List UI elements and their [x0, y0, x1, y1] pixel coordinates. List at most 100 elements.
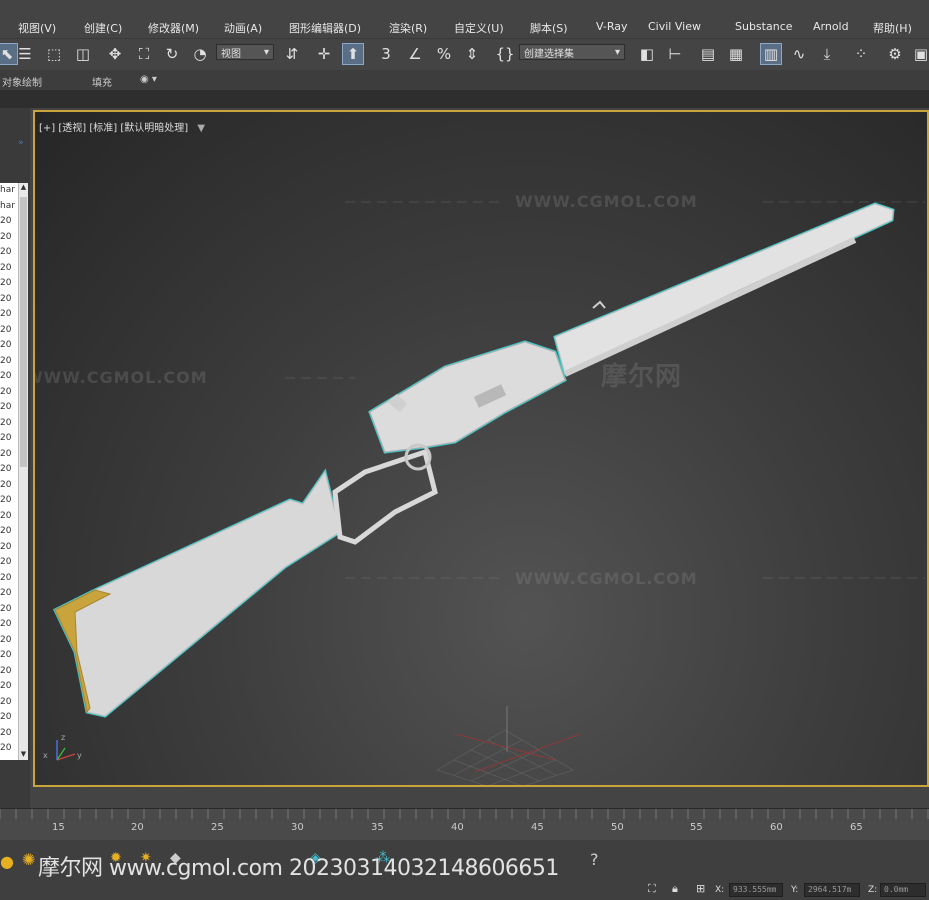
window-crossing-icon[interactable]: ◫	[72, 43, 94, 65]
select-by-name-icon[interactable]: ☰	[14, 43, 36, 65]
polyhedron-icon[interactable]: ✺	[22, 850, 35, 869]
help-icon[interactable]: ?	[590, 850, 599, 869]
scene-list-item[interactable]: 20	[0, 602, 18, 618]
scene-list-item[interactable]: 20	[0, 617, 18, 633]
schematic-view-icon[interactable]: ⤓	[816, 43, 838, 65]
scene-list-item[interactable]: 20	[0, 710, 18, 726]
scene-list-item[interactable]: 20	[0, 307, 18, 323]
rotate-icon[interactable]: ↻	[161, 43, 183, 65]
scene-list-item[interactable]: har	[0, 199, 18, 215]
scene-list-item[interactable]: 20	[0, 509, 18, 525]
rectangular-selection-icon[interactable]: ⬚	[43, 43, 65, 65]
scene-list-item[interactable]: 20	[0, 416, 18, 432]
scene-list-scrollbar[interactable]: ▲ ▼	[18, 183, 28, 760]
scene-list-item[interactable]: 20	[0, 540, 18, 556]
scroll-up-icon[interactable]: ▲	[19, 183, 28, 193]
reference-coordinate-dropdown[interactable]: 视图 ▾	[216, 44, 274, 60]
y-coordinate-field[interactable]: 2964.517m	[804, 883, 860, 897]
menu-animation[interactable]: 动画(A)	[224, 20, 262, 36]
scene-explorer-icon[interactable]: ▤	[697, 43, 719, 65]
scene-list-item[interactable]: 20	[0, 695, 18, 711]
menu-arnold[interactable]: Arnold	[813, 20, 849, 33]
scene-list-item[interactable]: 20	[0, 726, 18, 742]
rendered-frame-window-icon[interactable]: ▣	[910, 43, 929, 65]
z-coordinate-label: Z:	[868, 885, 878, 895]
scene-list-item[interactable]: 20	[0, 447, 18, 463]
z-coordinate-field[interactable]: 0.0mm	[880, 883, 926, 897]
keyboard-shortcut-override-icon[interactable]: ⬆	[342, 43, 364, 65]
select-manipulate-icon[interactable]: ✛	[313, 43, 335, 65]
scene-list-item[interactable]: 20	[0, 431, 18, 447]
render-setup-icon[interactable]: ⚙	[884, 43, 906, 65]
menu-vray[interactable]: V-Ray	[596, 20, 628, 33]
ribbon-tab-fill[interactable]: 填充	[92, 74, 112, 89]
material-editor-icon[interactable]: ⁘	[850, 43, 872, 65]
scale-icon[interactable]: ⛶	[133, 43, 155, 65]
svg-text:y: y	[77, 751, 82, 760]
menu-scripting[interactable]: 脚本(S)	[530, 20, 568, 36]
menu-graph-editors[interactable]: 图形编辑器(D)	[289, 20, 361, 36]
scene-list-item[interactable]: 20	[0, 633, 18, 649]
expand-arrow-icon[interactable]: »	[18, 138, 24, 148]
scene-list-item[interactable]: 20	[0, 230, 18, 246]
sun-icon[interactable]: ●	[0, 852, 14, 871]
scene-list-item[interactable]: 20	[0, 292, 18, 308]
timeline-track[interactable]: 15 20 25 30 35 40 45 50 55 60 65	[0, 808, 929, 840]
menu-help[interactable]: 帮助(H)	[873, 20, 912, 36]
angle-snap-icon[interactable]: ∠	[404, 43, 426, 65]
pivot-point-icon[interactable]: ⇵	[281, 43, 303, 65]
scene-list-item[interactable]: 20	[0, 385, 18, 401]
scene-list-item[interactable]: 20	[0, 354, 18, 370]
absolute-mode-icon[interactable]: ⊞	[696, 882, 705, 895]
scene-list-item[interactable]: 20	[0, 478, 18, 494]
scene-list-item[interactable]: 20	[0, 276, 18, 292]
lock-icon[interactable]: 🔒︎	[672, 882, 678, 896]
scene-list-item[interactable]: 20	[0, 493, 18, 509]
named-selection-set-dropdown[interactable]: 创建选择集 ▾	[519, 44, 625, 60]
scroll-thumb[interactable]	[20, 197, 27, 467]
menu-customize[interactable]: 自定义(U)	[454, 20, 504, 36]
scene-list-item[interactable]: har	[0, 183, 18, 199]
spinner-snap-icon[interactable]: ⇕	[461, 43, 483, 65]
menu-modifiers[interactable]: 修改器(M)	[148, 20, 199, 36]
ribbon-options-icon[interactable]: ◉ ▾	[140, 74, 157, 85]
scene-list-item[interactable]: 20	[0, 462, 18, 478]
scene-list-item[interactable]: 20	[0, 679, 18, 695]
scene-list-item[interactable]: 20	[0, 664, 18, 680]
percent-snap-icon[interactable]: %	[433, 43, 455, 65]
toggle-ribbon-icon[interactable]: ▥	[760, 43, 782, 65]
perspective-viewport[interactable]: [+] [透视] [标准] [默认明暗处理] ▼ WWW.CGMOL.COM W…	[33, 110, 929, 787]
snaps-toggle-icon[interactable]: 3	[375, 43, 397, 65]
scene-list-item[interactable]: 20	[0, 524, 18, 540]
selection-lock-icon[interactable]: ⛶	[648, 882, 656, 896]
frame-tick-label: 60	[770, 822, 783, 833]
scene-list-item[interactable]: 20	[0, 571, 18, 587]
scene-list-item[interactable]: 20	[0, 245, 18, 261]
x-coordinate-field[interactable]: 933.555mm	[729, 883, 783, 897]
scene-list-item[interactable]: 20	[0, 214, 18, 230]
mirror-icon[interactable]: ◧	[636, 43, 658, 65]
scene-list-item[interactable]: 20	[0, 648, 18, 664]
menu-substance[interactable]: Substance	[735, 20, 793, 33]
menu-civil-view[interactable]: Civil View	[648, 20, 701, 33]
scene-list-item[interactable]: 20	[0, 586, 18, 602]
layer-explorer-icon[interactable]: ▦	[725, 43, 747, 65]
frame-tick-label: 20	[131, 822, 144, 833]
edit-named-selection-icon[interactable]: {}	[494, 43, 516, 65]
scene-list-item[interactable]: 20	[0, 369, 18, 385]
ribbon-tab-object-paint[interactable]: 对象绘制	[2, 74, 42, 89]
menu-create[interactable]: 创建(C)	[84, 20, 122, 36]
scene-list-item[interactable]: 20	[0, 400, 18, 416]
move-icon[interactable]: ✥	[104, 43, 126, 65]
scene-list-item[interactable]: 20	[0, 741, 18, 757]
scene-list-item[interactable]: 20	[0, 323, 18, 339]
menu-view[interactable]: 视图(V)	[18, 20, 56, 36]
scale-uniform-icon[interactable]: ◔	[189, 43, 211, 65]
scroll-down-icon[interactable]: ▼	[19, 750, 28, 760]
scene-list-item[interactable]: 20	[0, 338, 18, 354]
align-icon[interactable]: ⊢	[664, 43, 686, 65]
scene-list-item[interactable]: 20	[0, 261, 18, 277]
menu-rendering[interactable]: 渲染(R)	[389, 20, 427, 36]
curve-editor-icon[interactable]: ∿	[788, 43, 810, 65]
scene-list-item[interactable]: 20	[0, 555, 18, 571]
